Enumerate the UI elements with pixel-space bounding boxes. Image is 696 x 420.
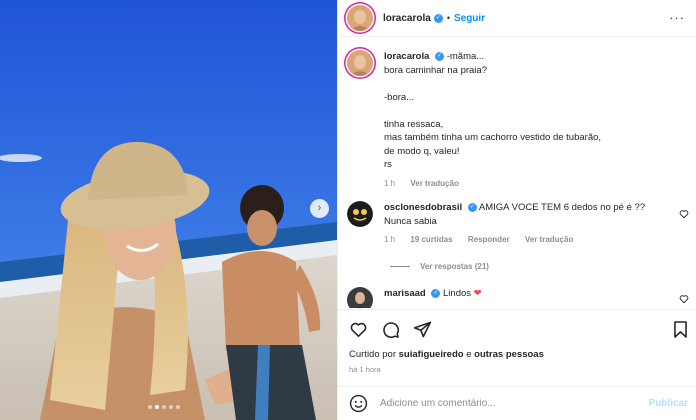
caption: loracarola ✓ -mãma... bora caminhar na p… xyxy=(347,50,674,190)
comment-text: marisaad ✓ Lindos ❤ xyxy=(384,287,674,308)
comment-reply-button[interactable]: Responder xyxy=(468,235,510,244)
comment-body: Lindos xyxy=(443,288,472,299)
follow-button[interactable]: Seguir xyxy=(454,13,485,24)
comment-likes-link[interactable]: 19 curtidas xyxy=(410,235,452,244)
author-username[interactable]: loracarola xyxy=(383,13,431,24)
caption-line: mas também tinha um cachorro vestido de … xyxy=(384,132,602,143)
beach-photo-illustration xyxy=(0,0,337,420)
caption-text: loracarola ✓ -mãma... bora caminhar na p… xyxy=(384,50,674,190)
verified-badge-icon: ✓ xyxy=(467,202,477,212)
comment-username[interactable]: marisaad xyxy=(384,288,426,299)
caption-line: tinha ressaca, xyxy=(384,118,444,130)
comment-item: osclonesdobrasil ✓ AMIGA VOCE TEM 6 dedo… xyxy=(347,201,674,247)
comment-input[interactable] xyxy=(380,398,610,409)
caption-time: 1 h xyxy=(384,178,396,188)
comment-body-line2: Nunca sabia xyxy=(384,215,437,227)
emoji-smiley-icon[interactable] xyxy=(349,394,368,413)
instagram-post-view: › loracarola ✓ • Seguir ··· loracarola ✓… xyxy=(0,0,696,420)
caption-line xyxy=(384,104,674,118)
verified-badge-icon: ✓ xyxy=(433,13,443,23)
caption-line: -mãma... xyxy=(446,51,485,62)
liked-by-user[interactable]: suiafigueiredo xyxy=(399,349,464,360)
carousel-dots xyxy=(148,405,180,409)
comment-body: AMIGA VOCE TEM 6 dedos no pé é ?? xyxy=(478,202,646,213)
caption-translate-link[interactable]: Ver tradução xyxy=(410,179,458,188)
post-actions: Curtido por suiafigueiredo e outras pess… xyxy=(338,309,696,386)
carousel-next-button[interactable]: › xyxy=(310,199,329,218)
author-avatar[interactable] xyxy=(347,5,373,31)
caption-line: de modo q, valeu! xyxy=(384,145,460,157)
post-photo[interactable]: › xyxy=(0,0,337,420)
carousel-dot-active xyxy=(155,405,159,409)
comment-item: marisaad ✓ Lindos ❤ xyxy=(347,287,674,308)
caption-line: bora caminhar na praia? xyxy=(384,64,487,76)
save-bookmark-icon[interactable] xyxy=(671,320,690,339)
add-comment-bar: Publicar xyxy=(338,386,696,420)
chevron-right-icon: › xyxy=(317,202,322,214)
publish-button[interactable]: Publicar xyxy=(649,398,688,409)
red-heart-emoji-icon: ❤ xyxy=(473,288,482,299)
comment-like-heart-icon[interactable] xyxy=(679,209,689,219)
carousel-dot xyxy=(169,405,173,409)
caption-line: -bora... xyxy=(384,91,415,103)
comment-username[interactable]: osclonesdobrasil xyxy=(384,202,462,213)
action-icons xyxy=(349,320,432,339)
liked-by-prefix: Curtido por xyxy=(349,349,396,360)
comment-like-heart-icon[interactable] xyxy=(679,294,689,304)
caption-username[interactable]: loracarola xyxy=(384,51,429,62)
post-timestamp: há 1 hora xyxy=(349,365,381,374)
verified-badge-icon: ✓ xyxy=(431,288,441,298)
header-separator: • xyxy=(446,13,450,23)
view-replies-label: Ver respostas (21) xyxy=(420,262,489,271)
share-paper-plane-icon[interactable] xyxy=(413,320,432,339)
carousel-dot xyxy=(148,405,152,409)
liked-by-text: Curtido por suiafigueiredo e outras pess… xyxy=(349,349,544,360)
carousel-dot xyxy=(162,405,166,409)
caption-avatar[interactable] xyxy=(347,50,373,76)
more-options-icon[interactable]: ··· xyxy=(669,11,685,24)
liked-by-others[interactable]: outras pessoas xyxy=(474,349,544,360)
caption-line xyxy=(384,77,674,91)
view-replies-button[interactable]: Ver respostas (21) xyxy=(390,262,489,271)
comment-meta: 1 h 19 curtidas Responder Ver tradução xyxy=(384,233,674,247)
like-heart-icon[interactable] xyxy=(349,320,368,339)
commenter-avatar[interactable] xyxy=(347,287,373,308)
caption-line: rs xyxy=(384,159,392,170)
caption-meta: 1 h Ver tradução xyxy=(384,177,674,191)
post-details-panel: loracarola ✓ • Seguir ··· loracarola ✓ -… xyxy=(337,0,696,420)
comment-translate-link[interactable]: Ver tradução xyxy=(525,235,573,244)
comments-section: loracarola ✓ -mãma... bora caminhar na p… xyxy=(338,38,696,308)
commenter-avatar[interactable] xyxy=(347,201,373,227)
comment-time: 1 h xyxy=(384,235,396,244)
liked-by-conjunction: e xyxy=(466,349,472,360)
comment-text: osclonesdobrasil ✓ AMIGA VOCE TEM 6 dedo… xyxy=(384,201,674,247)
carousel-dot xyxy=(176,405,180,409)
comment-bubble-icon[interactable] xyxy=(381,320,400,339)
post-header: loracarola ✓ • Seguir ··· xyxy=(338,0,696,37)
replies-divider xyxy=(390,266,410,267)
verified-badge-icon: ✓ xyxy=(435,51,445,61)
